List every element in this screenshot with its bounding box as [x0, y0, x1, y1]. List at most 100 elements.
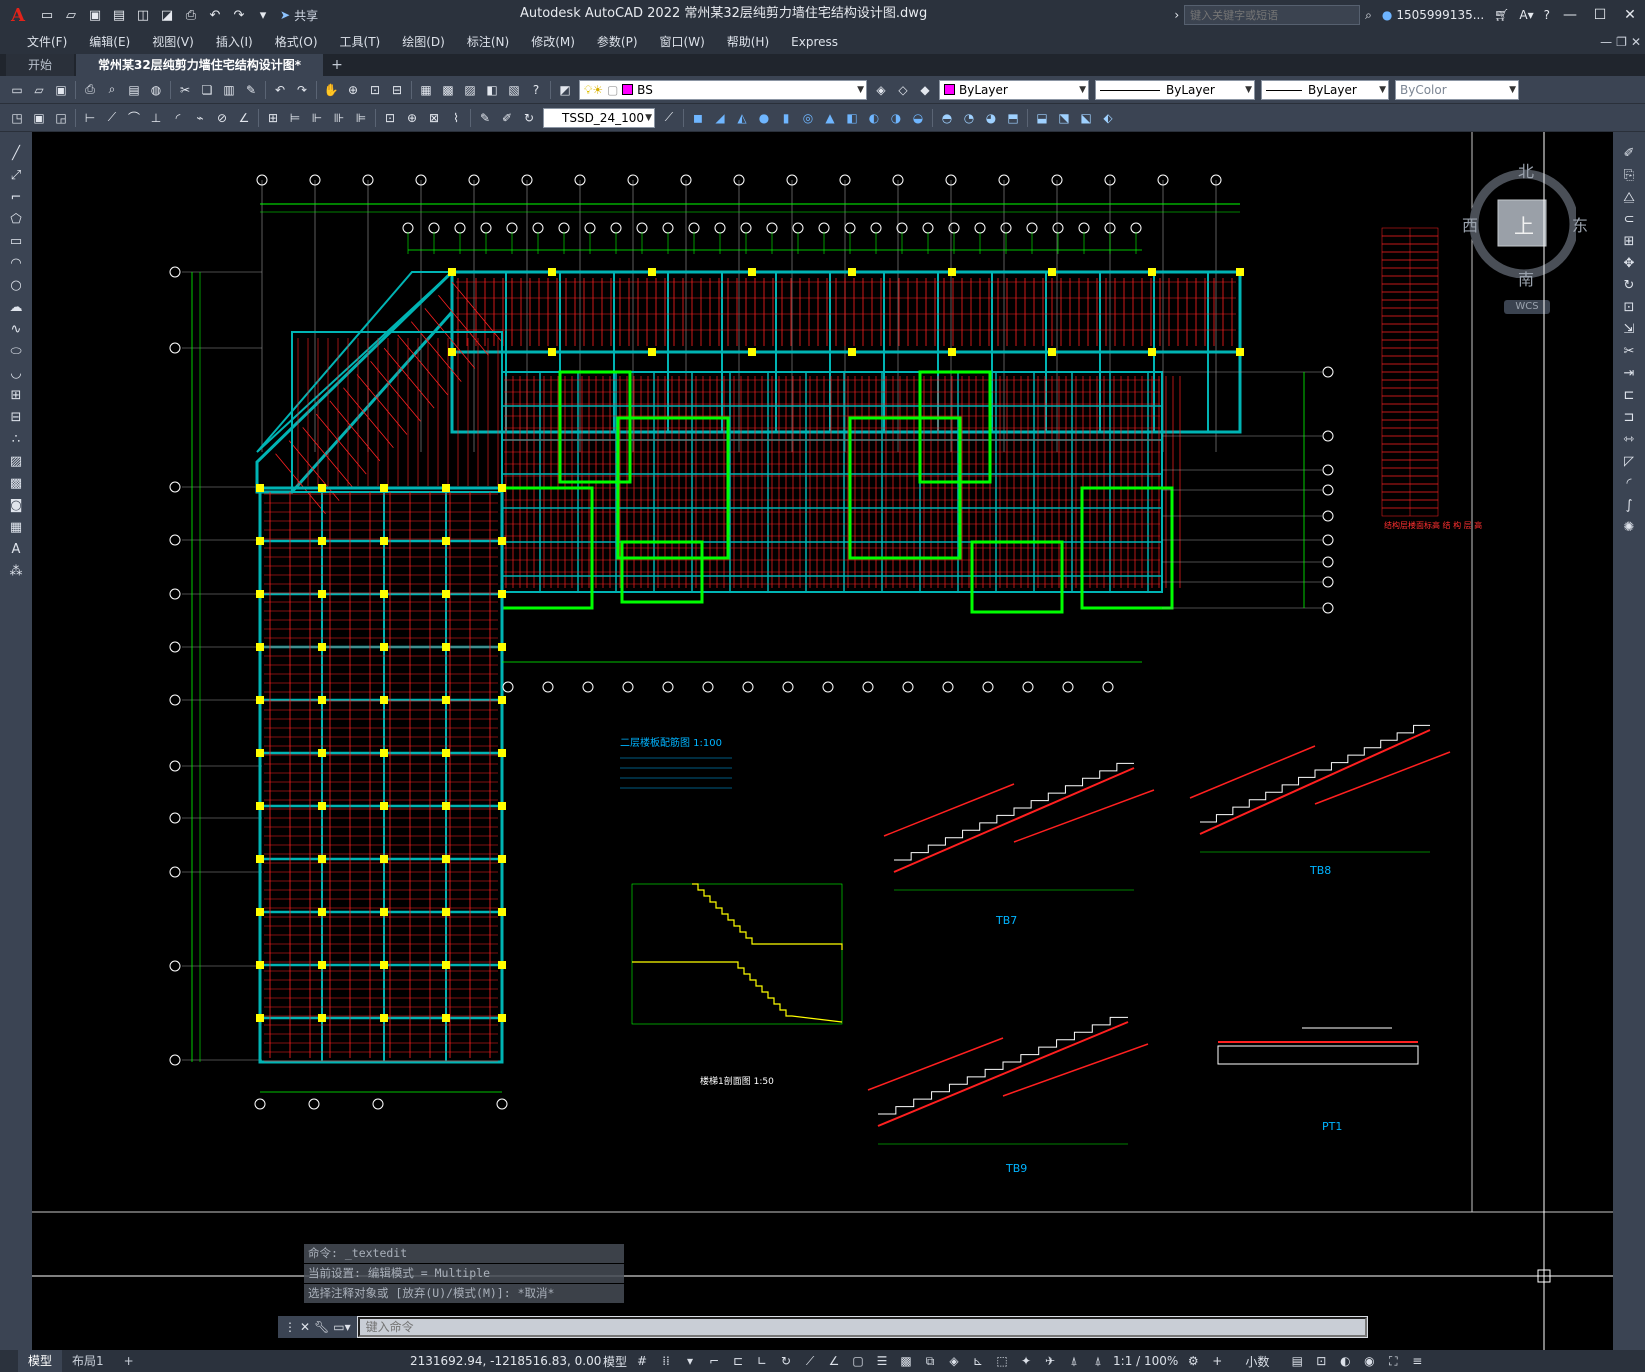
- transparency-icon[interactable]: ▩: [896, 1351, 916, 1371]
- tssd-column-icon[interactable]: ▣: [29, 108, 49, 128]
- gizmo-icon[interactable]: ✦: [1016, 1351, 1036, 1371]
- redo-icon[interactable]: ↷: [292, 80, 312, 100]
- aligned-dim-icon[interactable]: ⟋: [102, 108, 122, 128]
- trim-icon[interactable]: ✂: [1618, 341, 1640, 361]
- tab-start[interactable]: 开始: [6, 54, 75, 76]
- rectangle-icon[interactable]: ▭: [5, 231, 27, 251]
- ellipse-arc-icon[interactable]: ◡: [5, 363, 27, 383]
- 3d-sphere-icon[interactable]: ●: [754, 108, 774, 128]
- save-icon[interactable]: ▣: [51, 80, 71, 100]
- array-icon[interactable]: ⊞: [1618, 231, 1640, 251]
- 3d-cone-icon[interactable]: ◭: [732, 108, 752, 128]
- dim-space-icon[interactable]: ⊪: [329, 108, 349, 128]
- plot-preview-icon[interactable]: ⌕: [102, 80, 122, 100]
- object-snap-tracking-icon[interactable]: ∠: [824, 1351, 844, 1371]
- wrench-icon[interactable]: 🔧︎: [314, 1320, 329, 1334]
- annotation-scale-icon[interactable]: ⍋: [1088, 1351, 1108, 1371]
- viewcube-north[interactable]: 北: [1518, 158, 1534, 182]
- union-icon[interactable]: ◓: [937, 108, 957, 128]
- point-icon[interactable]: ∴: [5, 429, 27, 449]
- dim-break-icon[interactable]: ⊫: [351, 108, 371, 128]
- circle-icon[interactable]: ○: [5, 275, 27, 295]
- menu-item-8[interactable]: 修改(M): [520, 30, 586, 54]
- close-icon[interactable]: ✕: [300, 1320, 310, 1334]
- drawing-canvas[interactable]: 结构层楼面标高 结 构 层 高二层楼板配筋图 1:100 楼梯1剖面图 1:50 T…: [32, 132, 1613, 1350]
- 3d-torus-icon[interactable]: ◎: [798, 108, 818, 128]
- construction-line-icon[interactable]: ⤢: [5, 165, 27, 185]
- cart-icon[interactable]: 🛒︎: [1489, 0, 1514, 30]
- lineweight-icon[interactable]: ☰: [872, 1351, 892, 1371]
- ucs-face-icon[interactable]: ⬕: [1076, 108, 1096, 128]
- plot-icon[interactable]: ⎙: [80, 80, 100, 100]
- tab-drawing[interactable]: 常州某32层纯剪力墙住宅结构设计图*: [76, 54, 323, 76]
- layer-dropdown[interactable]: 💡︎☀ ▢ BS ▼: [579, 79, 867, 100]
- jogged-linear-icon[interactable]: ⌇: [446, 108, 466, 128]
- menu-item-12[interactable]: Express: [780, 30, 849, 54]
- search-expand-icon[interactable]: ›: [1169, 0, 1184, 30]
- units-value[interactable]: 小数: [1231, 1351, 1283, 1371]
- baseline-dim-icon[interactable]: ⊨: [285, 108, 305, 128]
- open-web-icon[interactable]: ◫: [132, 4, 154, 26]
- minimize-icon[interactable]: —: [1555, 0, 1585, 30]
- angular-dim-icon[interactable]: ∠: [234, 108, 254, 128]
- 3d-cylinder-icon[interactable]: ▮: [776, 108, 796, 128]
- menu-item-7[interactable]: 标注(N): [456, 30, 520, 54]
- line-icon[interactable]: ╱: [5, 143, 27, 163]
- menu-item-9[interactable]: 参数(P): [586, 30, 649, 54]
- loft-icon[interactable]: ◒: [908, 108, 928, 128]
- viewcube-top-face[interactable]: 上: [1514, 210, 1534, 239]
- doc-close-icon[interactable]: ✕: [1631, 35, 1641, 49]
- ucs-object-icon[interactable]: ⬖: [1098, 108, 1118, 128]
- paste-icon[interactable]: ▥: [219, 80, 239, 100]
- doc-restore-icon[interactable]: ❐: [1616, 35, 1627, 49]
- center-mark-icon[interactable]: ⊕: [402, 108, 422, 128]
- selection-cycling-icon[interactable]: ⧉: [920, 1351, 940, 1371]
- match-properties-icon[interactable]: ✎: [241, 80, 261, 100]
- quick-dim-icon[interactable]: ⊞: [263, 108, 283, 128]
- calculator-icon[interactable]: ▧: [504, 80, 524, 100]
- sheet-set-icon[interactable]: ◧: [482, 80, 502, 100]
- intersect-icon[interactable]: ◕: [981, 108, 1001, 128]
- help-icon[interactable]: ?: [1539, 0, 1555, 30]
- plotstyle-dropdown[interactable]: ByColor ▼: [1395, 79, 1519, 100]
- inspect-icon[interactable]: ⊠: [424, 108, 444, 128]
- 3d-box-icon[interactable]: ◼: [688, 108, 708, 128]
- extrude-icon[interactable]: ◧: [842, 108, 862, 128]
- a360-icon[interactable]: A▾: [1514, 0, 1538, 30]
- explode-icon[interactable]: ✺: [1618, 517, 1640, 537]
- menu-item-6[interactable]: 绘图(D): [391, 30, 456, 54]
- layer-properties-icon[interactable]: ◩: [555, 80, 575, 100]
- save-web-icon[interactable]: ◪: [156, 4, 178, 26]
- menu-item-5[interactable]: 工具(T): [329, 30, 392, 54]
- snap-icon[interactable]: ⁞⁞: [656, 1351, 676, 1371]
- ucs-icon[interactable]: ⬓: [1032, 108, 1052, 128]
- menu-item-1[interactable]: 编辑(E): [78, 30, 141, 54]
- add-selected-icon[interactable]: ⁂: [5, 561, 27, 581]
- snap-dropdown-icon[interactable]: ▾: [680, 1351, 700, 1371]
- polyline-icon[interactable]: ⌐: [5, 187, 27, 207]
- polar-icon[interactable]: ↻: [776, 1351, 796, 1371]
- cursor-coordinates[interactable]: 2131692.94, -1218516.83, 0.00: [410, 1350, 601, 1372]
- menu-item-11[interactable]: 帮助(H): [716, 30, 780, 54]
- share-button[interactable]: ➤ 共享: [280, 7, 318, 24]
- maximize-icon[interactable]: ☐: [1585, 0, 1615, 30]
- insert-block-icon[interactable]: ⊞: [5, 385, 27, 405]
- object-snap-icon[interactable]: ▢: [848, 1351, 868, 1371]
- publish-icon[interactable]: ▤: [124, 80, 144, 100]
- ortho-icon[interactable]: ∟: [752, 1351, 772, 1371]
- tab-model[interactable]: 模型: [18, 1350, 63, 1372]
- cut-icon[interactable]: ✂: [175, 80, 195, 100]
- dynamic-ucs-icon[interactable]: ⊾: [968, 1351, 988, 1371]
- mtext-icon[interactable]: A: [5, 539, 27, 559]
- jogged-dim-icon[interactable]: ⌁: [190, 108, 210, 128]
- subtract-icon[interactable]: ◔: [959, 108, 979, 128]
- save-as-icon[interactable]: ▤: [108, 4, 130, 26]
- new-tab-icon[interactable]: +: [325, 54, 349, 76]
- undo-icon[interactable]: ↶: [204, 4, 226, 26]
- make-block-icon[interactable]: ⊟: [5, 407, 27, 427]
- zoom-realtime-icon[interactable]: ⊕: [343, 80, 363, 100]
- break-at-point-icon[interactable]: ⊏: [1618, 385, 1640, 405]
- help-icon[interactable]: ?: [526, 80, 546, 100]
- dynamic-input-icon[interactable]: ⊏: [728, 1351, 748, 1371]
- isolate-objects-icon[interactable]: ◐: [1335, 1351, 1355, 1371]
